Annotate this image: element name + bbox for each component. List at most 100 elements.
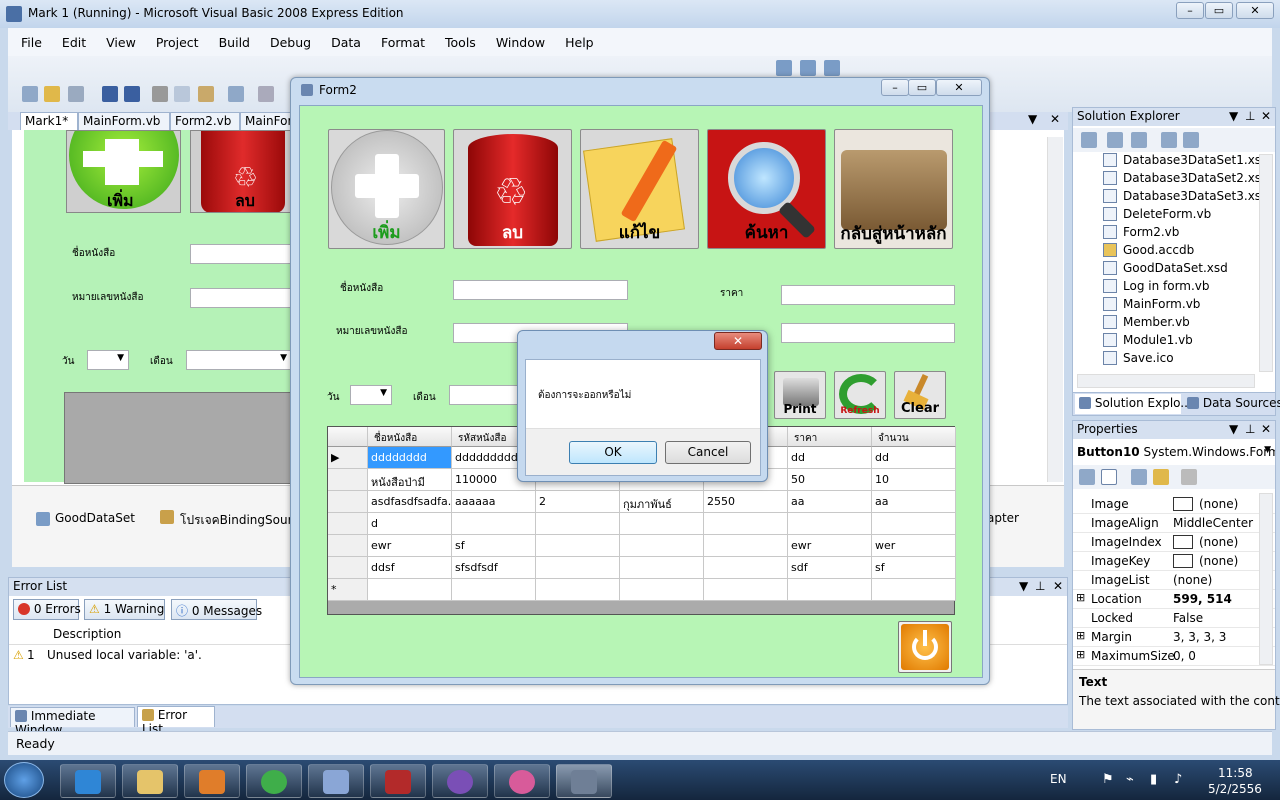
grid-cell[interactable] — [452, 513, 536, 535]
tray-table-adapter[interactable]: apter — [987, 511, 1019, 525]
day-select[interactable]: ▼ — [350, 385, 392, 405]
categorized-icon[interactable] — [1079, 469, 1095, 485]
grid-cell[interactable] — [536, 513, 620, 535]
bg-day-select[interactable]: ▼ — [87, 350, 129, 370]
panel-close-icon[interactable]: ✕ — [1261, 109, 1271, 123]
grid-cell[interactable] — [788, 513, 872, 535]
view-designer-icon[interactable] — [1183, 132, 1199, 148]
cancel-button[interactable]: Cancel — [665, 441, 751, 464]
clock-date[interactable]: 5/2/2556 — [1208, 782, 1262, 796]
layout-icon[interactable] — [776, 60, 792, 76]
tray-gooddataset[interactable]: GoodDataSet — [55, 511, 135, 525]
new-row-cell[interactable] — [788, 579, 872, 601]
layout-icon[interactable] — [824, 60, 840, 76]
property-pages-icon[interactable] — [1181, 469, 1197, 485]
menu-view[interactable]: View — [93, 28, 143, 50]
show-all-files-icon[interactable] — [1107, 132, 1123, 148]
exit-button[interactable] — [898, 621, 952, 673]
solution-item[interactable]: Form2.vb — [1103, 225, 1179, 243]
panel-close-icon[interactable]: ✕ — [1053, 579, 1063, 593]
solution-item[interactable]: Good.accdb — [1103, 243, 1194, 261]
messages-filter-button[interactable]: ⓘ 0 Messages — [171, 599, 262, 620]
taskbar-internet-explorer[interactable] — [60, 764, 116, 798]
bg-month-select[interactable]: ▼ — [186, 350, 292, 370]
property-row[interactable]: ImageList (none) — [1073, 571, 1275, 590]
solution-item[interactable]: Member.vb — [1103, 315, 1190, 333]
delete-button[interactable]: ♲ ลบ — [453, 129, 572, 249]
warnings-filter-button[interactable]: ⚠ 1 Warning — [84, 599, 165, 620]
property-row[interactable]: ⊞ Location 599, 514 — [1073, 590, 1275, 609]
tab-data-sources[interactable]: Data Sources — [1183, 394, 1280, 414]
grid-cell[interactable]: aaaaaa — [452, 491, 536, 513]
form2-close-button[interactable]: ✕ — [936, 79, 982, 96]
grid-cell[interactable]: sdf — [788, 557, 872, 579]
tab-mark1[interactable]: Mark1* — [20, 112, 78, 130]
grid-cell[interactable] — [704, 535, 788, 557]
property-row[interactable]: ⊞ Margin 3, 3, 3, 3 — [1073, 628, 1275, 647]
tab-mainform[interactable]: MainForm — [240, 112, 304, 130]
bg-delete-button[interactable]: ♲ ลบ — [190, 130, 294, 213]
taskbar-explorer[interactable] — [122, 764, 178, 798]
menu-edit[interactable]: Edit — [49, 28, 93, 50]
quantity-input[interactable] — [781, 323, 955, 343]
taskbar-visual-basic[interactable] — [308, 764, 364, 798]
add-item-icon[interactable] — [68, 86, 84, 102]
menu-debug[interactable]: Debug — [257, 28, 318, 50]
menu-project[interactable]: Project — [143, 28, 206, 50]
properties-scrollbar[interactable] — [1259, 493, 1273, 665]
row-header[interactable] — [328, 491, 368, 513]
grid-cell[interactable]: 2550 — [704, 491, 788, 513]
start-button[interactable] — [4, 762, 44, 798]
tab-immediate-window[interactable]: Immediate Window — [10, 707, 135, 737]
find-icon[interactable] — [228, 86, 244, 102]
menu-help[interactable]: Help — [552, 28, 601, 50]
new-row-cell[interactable] — [536, 579, 620, 601]
grid-cell[interactable]: ewr — [788, 535, 872, 557]
grid-cell[interactable]: 2 — [536, 491, 620, 513]
clear-button[interactable]: Clear — [894, 371, 946, 419]
expand-icon[interactable]: ⊞ — [1076, 648, 1085, 661]
menu-data[interactable]: Data — [318, 28, 368, 50]
grid-cell[interactable]: sf — [452, 535, 536, 557]
search-button[interactable]: ค้นหา — [707, 129, 826, 249]
property-row[interactable]: ImageKey (none) — [1073, 552, 1275, 571]
grid-cell[interactable]: sf — [872, 557, 956, 579]
network-icon[interactable]: ▮ — [1150, 772, 1157, 787]
grid-cell[interactable]: หนังสือป่ามี — [368, 469, 452, 491]
grid-cell[interactable] — [872, 513, 956, 535]
solution-item[interactable]: Save.ico — [1103, 351, 1174, 369]
solution-item[interactable]: Log in form.vb — [1103, 279, 1210, 297]
new-row-cell[interactable] — [620, 579, 704, 601]
grid-cell[interactable]: asdfasdfsadfa... — [368, 491, 452, 513]
property-row[interactable]: Image (none) — [1073, 495, 1275, 514]
maximize-button[interactable]: ▭ — [1205, 2, 1233, 19]
edit-button[interactable]: แก้ไข — [580, 129, 699, 249]
grid-cell[interactable] — [620, 513, 704, 535]
row-header[interactable] — [328, 469, 368, 491]
language-indicator[interactable]: EN — [1050, 772, 1067, 786]
menu-window[interactable]: Window — [483, 28, 552, 50]
tray-binding-source[interactable]: โปรเจคBindingSource — [180, 511, 306, 530]
column-header[interactable]: ชื่อหนังสือ — [368, 427, 452, 447]
form2-minimize-button[interactable]: – — [881, 79, 909, 96]
solution-item[interactable]: Database3DataSet1.xsd — [1103, 153, 1269, 171]
grid-cell[interactable]: 50 — [788, 469, 872, 491]
cut-icon[interactable] — [152, 86, 168, 102]
taskbar-picasa[interactable] — [494, 764, 550, 798]
refresh-button[interactable]: Refresh — [834, 371, 886, 419]
grid-cell[interactable] — [704, 557, 788, 579]
menu-build[interactable]: Build — [206, 28, 257, 50]
description-column-header[interactable]: Description — [53, 627, 121, 641]
property-row[interactable]: Locked False — [1073, 609, 1275, 628]
solution-hscrollbar[interactable] — [1077, 374, 1255, 388]
form2-maximize-button[interactable]: ▭ — [908, 79, 936, 96]
new-row-cell[interactable] — [368, 579, 452, 601]
grid-cell[interactable]: sfsdfsdf — [452, 557, 536, 579]
tab-dropdown-icon[interactable]: ▼ — [1028, 112, 1037, 126]
volume-icon[interactable]: ♪ — [1174, 772, 1182, 787]
solution-item[interactable]: Database3DataSet3.xsd — [1103, 189, 1269, 207]
grid-cell[interactable] — [620, 557, 704, 579]
solution-item[interactable]: GoodDataSet.xsd — [1103, 261, 1228, 279]
menu-tools[interactable]: Tools — [432, 28, 483, 50]
power-plug-icon[interactable]: ⌁ — [1126, 772, 1134, 787]
